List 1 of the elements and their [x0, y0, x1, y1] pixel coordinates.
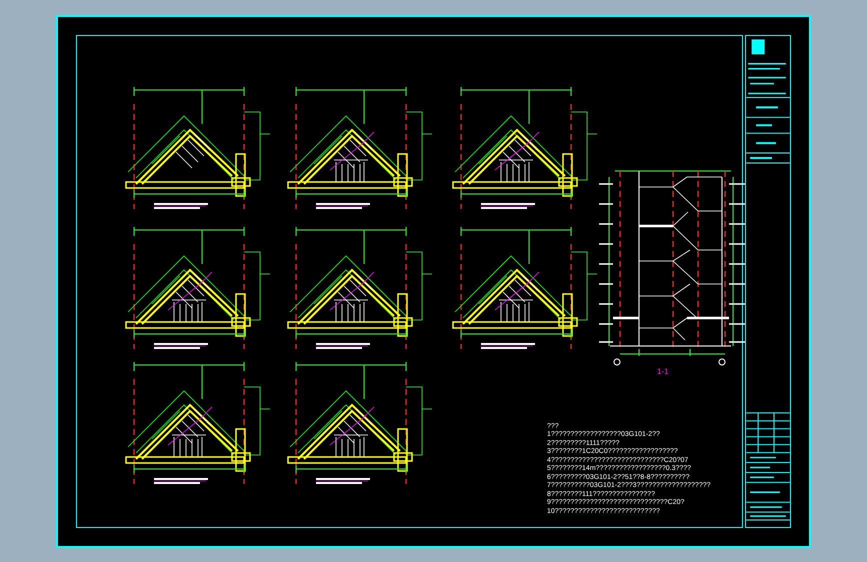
section-label: 1-1	[657, 368, 669, 376]
